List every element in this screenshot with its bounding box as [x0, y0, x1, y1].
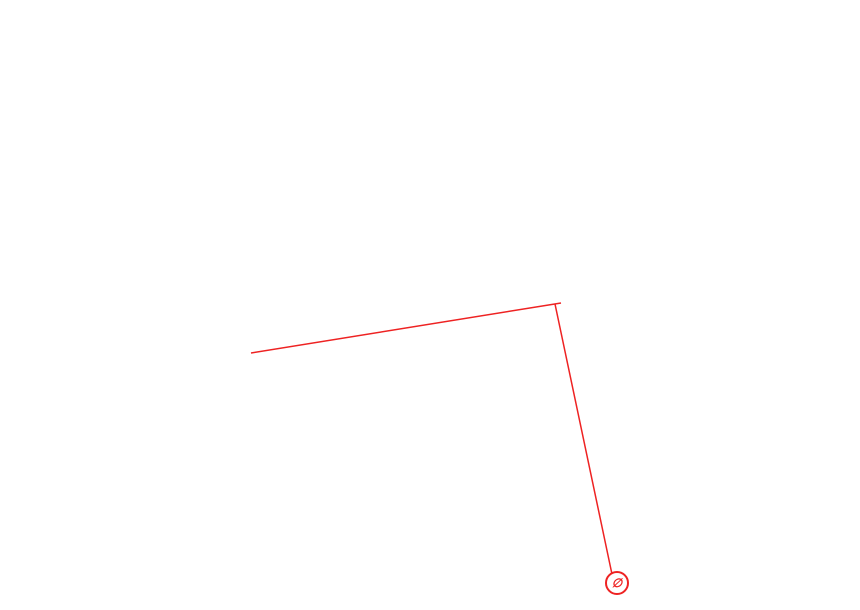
connector-lines	[0, 0, 860, 610]
empty-set-annotation: ∅	[605, 571, 629, 595]
